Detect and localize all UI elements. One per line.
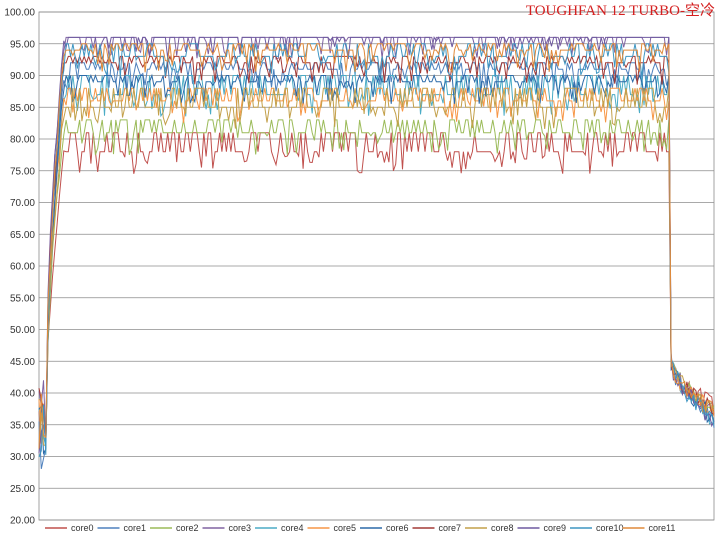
y-tick-label: 25.00: [10, 484, 35, 495]
y-tick-label: 20.00: [10, 516, 35, 527]
series-line-core11: [38, 41, 715, 449]
legend-label-core6: core6: [386, 523, 409, 533]
legend-label-core8: core8: [491, 523, 514, 533]
legend-label-core3: core3: [229, 523, 252, 533]
y-tick-label: 30.00: [10, 452, 35, 463]
y-tick-label: 100.00: [4, 8, 35, 19]
legend: core0 core1 core2 core3 core4 core5 core6 core7…: [45, 523, 675, 533]
series-line-core9: [38, 35, 715, 454]
line-chart: 20.00 25.00 30.00 35.00 40.00 45.00 50.00 55.00…: [4, 2, 715, 533]
y-axis: 20.00 25.00 30.00 35.00 40.00 45.00 50.00 55.00…: [4, 8, 35, 527]
y-tick-label: 60.00: [10, 262, 35, 273]
legend-label-core0: core0: [71, 523, 94, 533]
series-lines: [38, 35, 715, 470]
legend-label-core5: core5: [334, 523, 357, 533]
series-line-core2: [38, 119, 715, 437]
y-tick-label: 50.00: [10, 325, 35, 336]
y-tick-label: 90.00: [10, 71, 35, 82]
y-tick-label: 80.00: [10, 135, 35, 146]
legend-label-core7: core7: [439, 523, 462, 533]
chart-title: TOUGHFAN 12 TURBO-空冷: [526, 2, 715, 19]
y-tick-label: 85.00: [10, 103, 35, 114]
legend-label-core2: core2: [176, 523, 199, 533]
legend-label-core9: core9: [544, 523, 567, 533]
series-line-core7: [38, 54, 715, 438]
y-tick-label: 95.00: [10, 39, 35, 50]
series-line-core3: [38, 36, 715, 439]
legend-label-core4: core4: [281, 523, 304, 533]
legend-label-core1: core1: [124, 523, 147, 533]
y-tick-label: 40.00: [10, 389, 35, 400]
legend-label-core11: core11: [649, 523, 676, 533]
series-line-core10: [38, 43, 715, 458]
y-tick-label: 65.00: [10, 230, 35, 241]
y-tick-label: 70.00: [10, 198, 35, 209]
chart-container: 20.00 25.00 30.00 35.00 40.00 45.00 50.00 55.00…: [0, 0, 720, 541]
y-tick-label: 35.00: [10, 420, 35, 431]
y-tick-label: 55.00: [10, 293, 35, 304]
series-line-core0: [38, 132, 715, 447]
y-tick-label: 75.00: [10, 166, 35, 177]
legend-label-core10: core10: [596, 523, 624, 533]
y-tick-label: 45.00: [10, 357, 35, 368]
